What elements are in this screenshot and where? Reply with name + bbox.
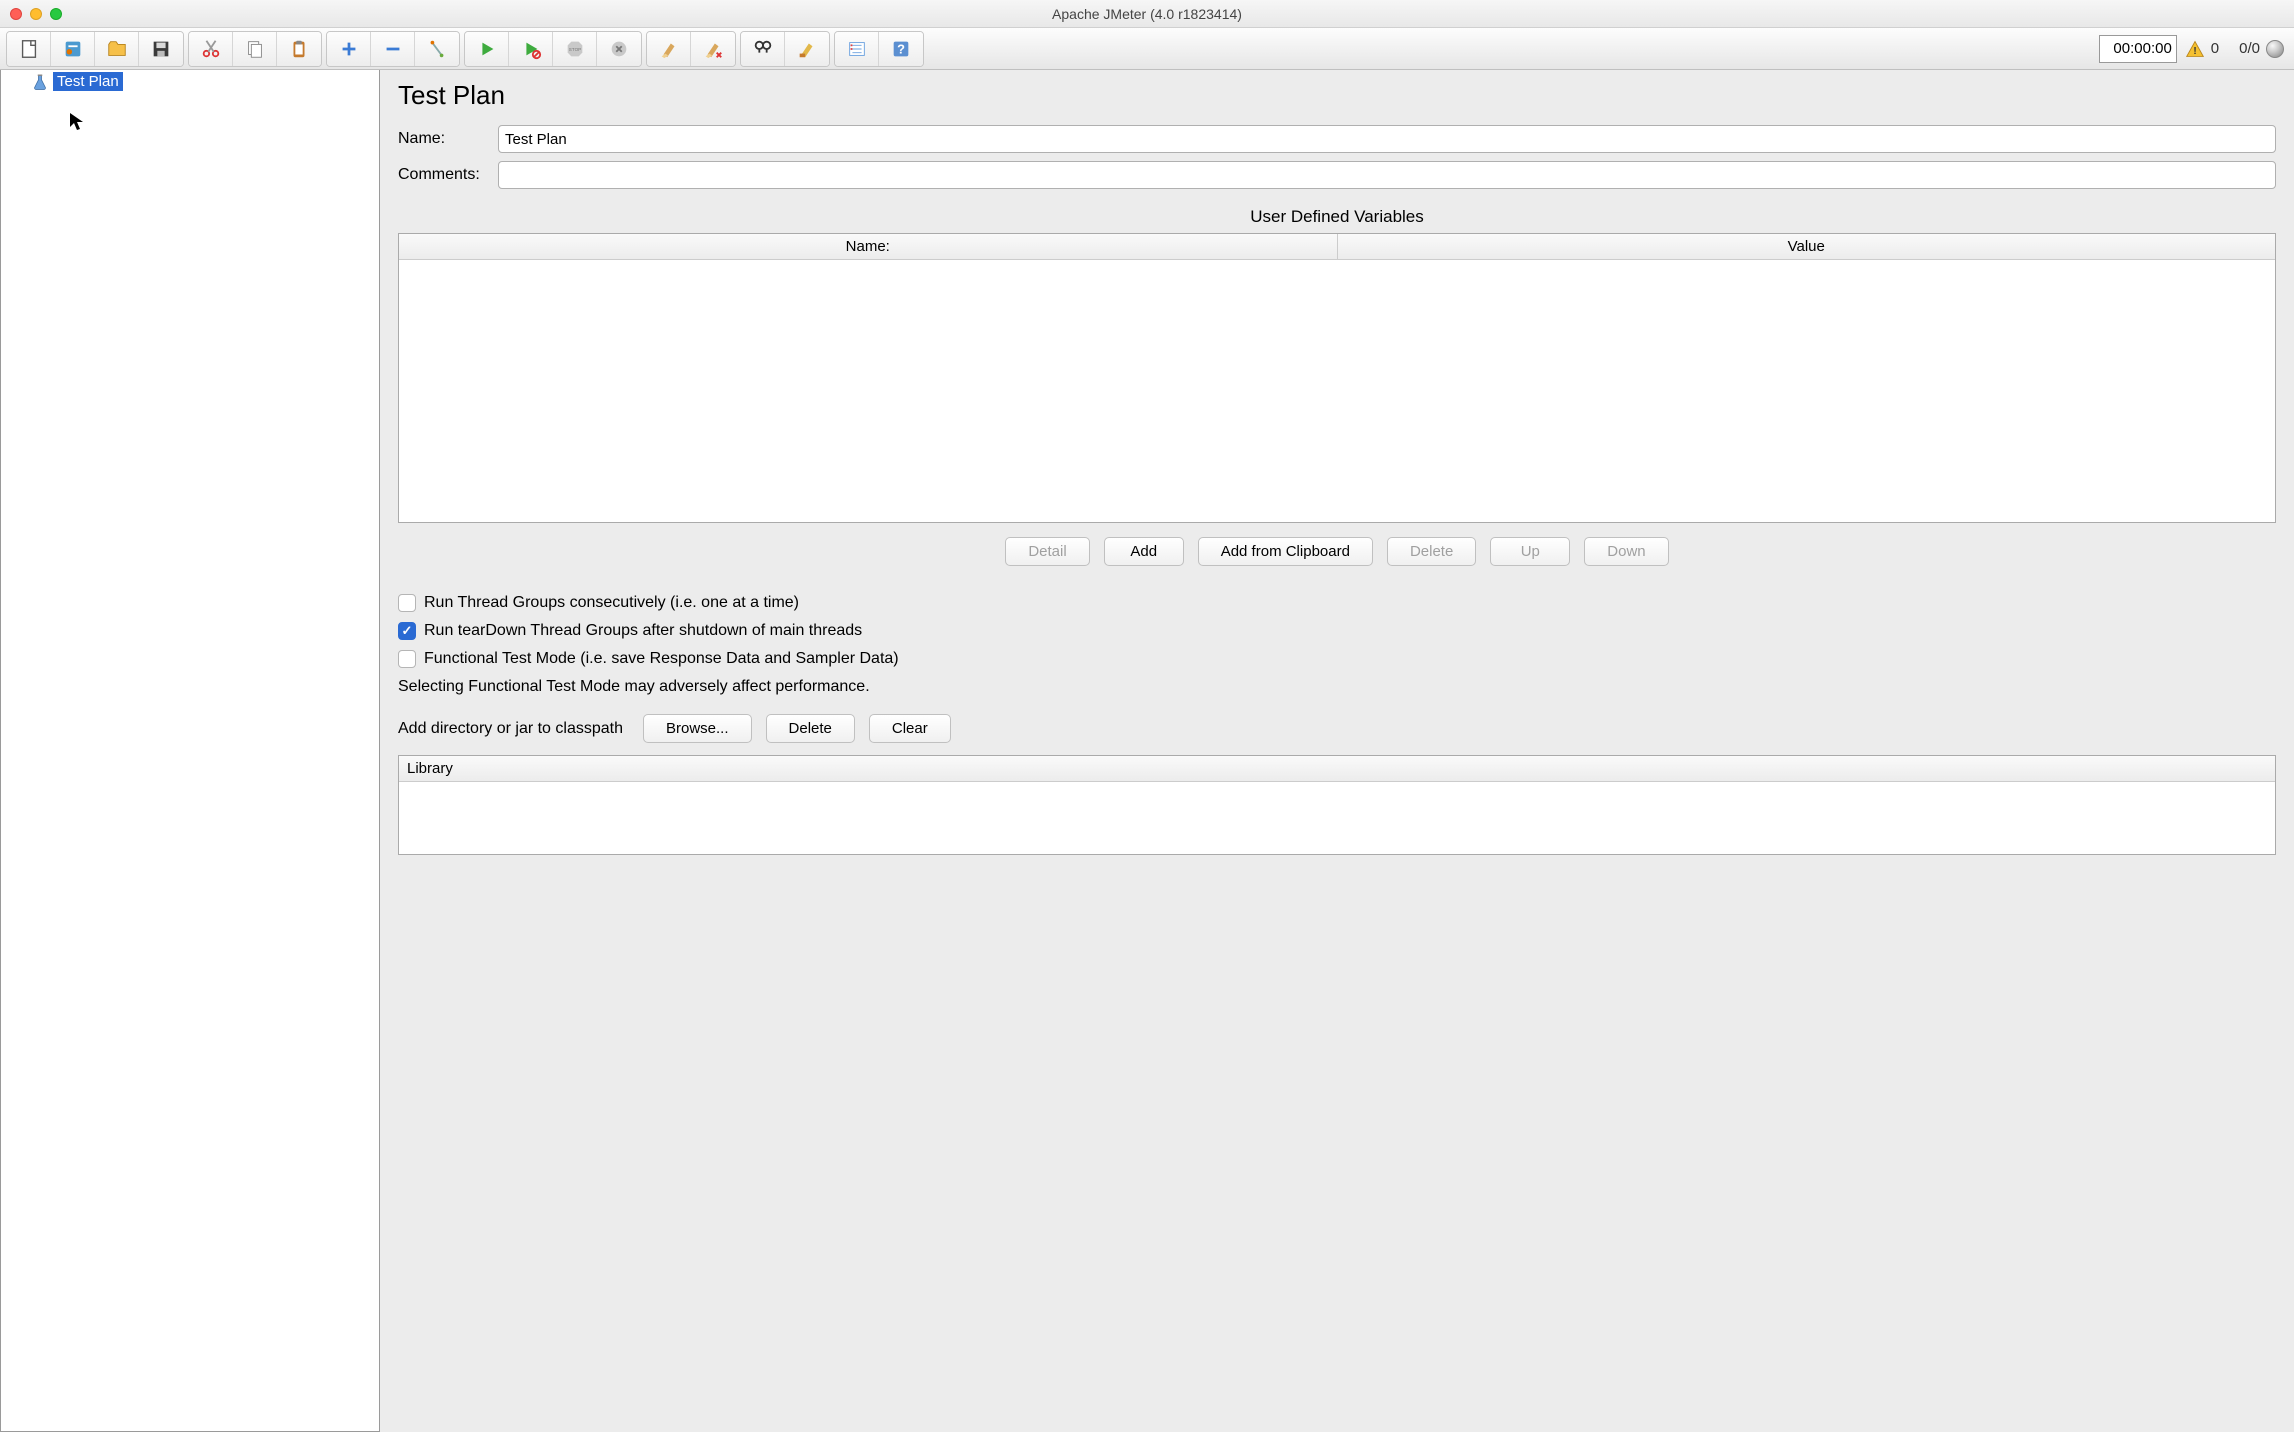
functional-label: Functional Test Mode (i.e. save Response…	[424, 650, 899, 668]
svg-text:?: ?	[897, 41, 905, 56]
library-table[interactable]: Library	[398, 755, 2276, 855]
cursor-icon	[69, 112, 85, 132]
open-button[interactable]	[95, 32, 139, 66]
detail-button[interactable]: Detail	[1005, 537, 1089, 566]
toggle-button[interactable]	[415, 32, 459, 66]
window-close-button[interactable]	[10, 8, 22, 20]
name-label: Name:	[398, 130, 498, 148]
help-button[interactable]: ?	[879, 32, 923, 66]
thread-count: 0/0	[2239, 40, 2260, 57]
vars-section-title: User Defined Variables	[398, 207, 2276, 227]
page-title: Test Plan	[398, 80, 2276, 111]
start-no-timers-button[interactable]	[509, 32, 553, 66]
copy-button[interactable]	[233, 32, 277, 66]
status-area: ! 0 0/0	[2181, 39, 2288, 59]
vars-column-value[interactable]: Value	[1338, 234, 2276, 259]
classpath-delete-button[interactable]: Delete	[766, 714, 855, 743]
window-minimize-button[interactable]	[30, 8, 42, 20]
toolbar: STOP ? 00:00:00 ! 0 0/0	[0, 28, 2294, 70]
consecutive-label: Run Thread Groups consecutively (i.e. on…	[424, 594, 799, 612]
vars-column-name[interactable]: Name:	[399, 234, 1338, 259]
classpath-label: Add directory or jar to classpath	[398, 720, 623, 738]
warning-count: 0	[2211, 40, 2219, 57]
functional-checkbox[interactable]	[398, 650, 416, 668]
classpath-clear-button[interactable]: Clear	[869, 714, 951, 743]
shutdown-button[interactable]	[597, 32, 641, 66]
function-helper-button[interactable]	[835, 32, 879, 66]
consecutive-checkbox[interactable]	[398, 594, 416, 612]
teardown-checkbox[interactable]	[398, 622, 416, 640]
stop-button[interactable]: STOP	[553, 32, 597, 66]
window-title: Apache JMeter (4.0 r1823414)	[0, 6, 2294, 22]
clear-button[interactable]	[647, 32, 691, 66]
name-input[interactable]	[498, 125, 2276, 153]
delete-button[interactable]: Delete	[1387, 537, 1476, 566]
teardown-label: Run tearDown Thread Groups after shutdow…	[424, 622, 862, 640]
add-button[interactable]: Add	[1104, 537, 1184, 566]
tree-item-label: Test Plan	[53, 72, 123, 91]
comments-input[interactable]	[498, 161, 2276, 189]
flask-icon	[31, 73, 49, 91]
tree-panel[interactable]: Test Plan	[0, 70, 380, 1432]
library-column[interactable]: Library	[399, 756, 2275, 782]
collapse-button[interactable]	[371, 32, 415, 66]
start-button[interactable]	[465, 32, 509, 66]
main-panel: Test Plan Name: Comments: User Defined V…	[380, 70, 2294, 1432]
cut-button[interactable]	[189, 32, 233, 66]
reset-search-button[interactable]	[785, 32, 829, 66]
svg-text:STOP: STOP	[568, 46, 580, 51]
new-button[interactable]	[7, 32, 51, 66]
comments-label: Comments:	[398, 166, 498, 184]
browse-button[interactable]: Browse...	[643, 714, 752, 743]
timer-display: 00:00:00	[2099, 35, 2177, 63]
expand-button[interactable]	[327, 32, 371, 66]
window-titlebar: Apache JMeter (4.0 r1823414)	[0, 0, 2294, 28]
templates-button[interactable]	[51, 32, 95, 66]
activity-indicator	[2266, 40, 2284, 58]
clear-all-button[interactable]	[691, 32, 735, 66]
search-button[interactable]	[741, 32, 785, 66]
tree-item-test-plan[interactable]: Test Plan	[1, 70, 379, 93]
add-from-clipboard-button[interactable]: Add from Clipboard	[1198, 537, 1373, 566]
svg-text:!: !	[2193, 46, 2196, 57]
vars-table[interactable]: Name: Value	[398, 233, 2276, 523]
functional-hint: Selecting Functional Test Mode may adver…	[398, 678, 2276, 696]
paste-button[interactable]	[277, 32, 321, 66]
down-button[interactable]: Down	[1584, 537, 1668, 566]
window-maximize-button[interactable]	[50, 8, 62, 20]
save-button[interactable]	[139, 32, 183, 66]
warning-icon: !	[2185, 39, 2205, 59]
up-button[interactable]: Up	[1490, 537, 1570, 566]
